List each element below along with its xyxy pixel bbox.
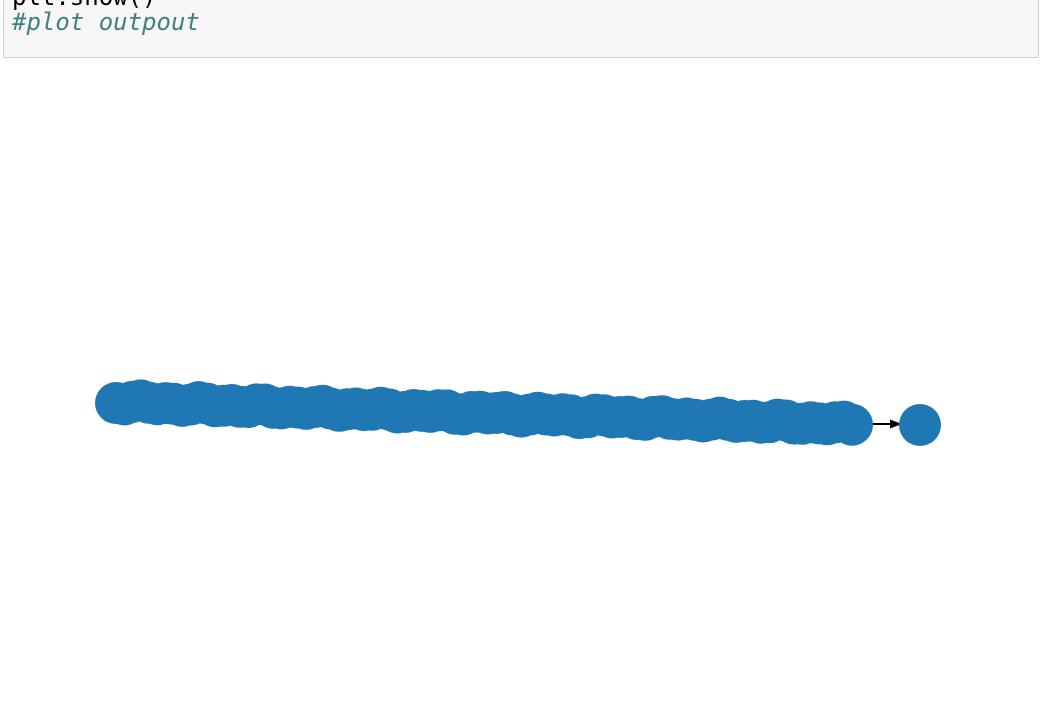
code-comment: #plot outpout <box>12 8 200 36</box>
network-graph <box>95 379 941 446</box>
graph-edges <box>870 419 902 429</box>
graph-target-node <box>899 404 941 446</box>
plot-output-area <box>0 66 1042 710</box>
graph-node <box>831 403 873 446</box>
graph-nodes <box>95 379 941 446</box>
code-cell-input[interactable]: plt.show() #plot outpout <box>3 0 1039 58</box>
